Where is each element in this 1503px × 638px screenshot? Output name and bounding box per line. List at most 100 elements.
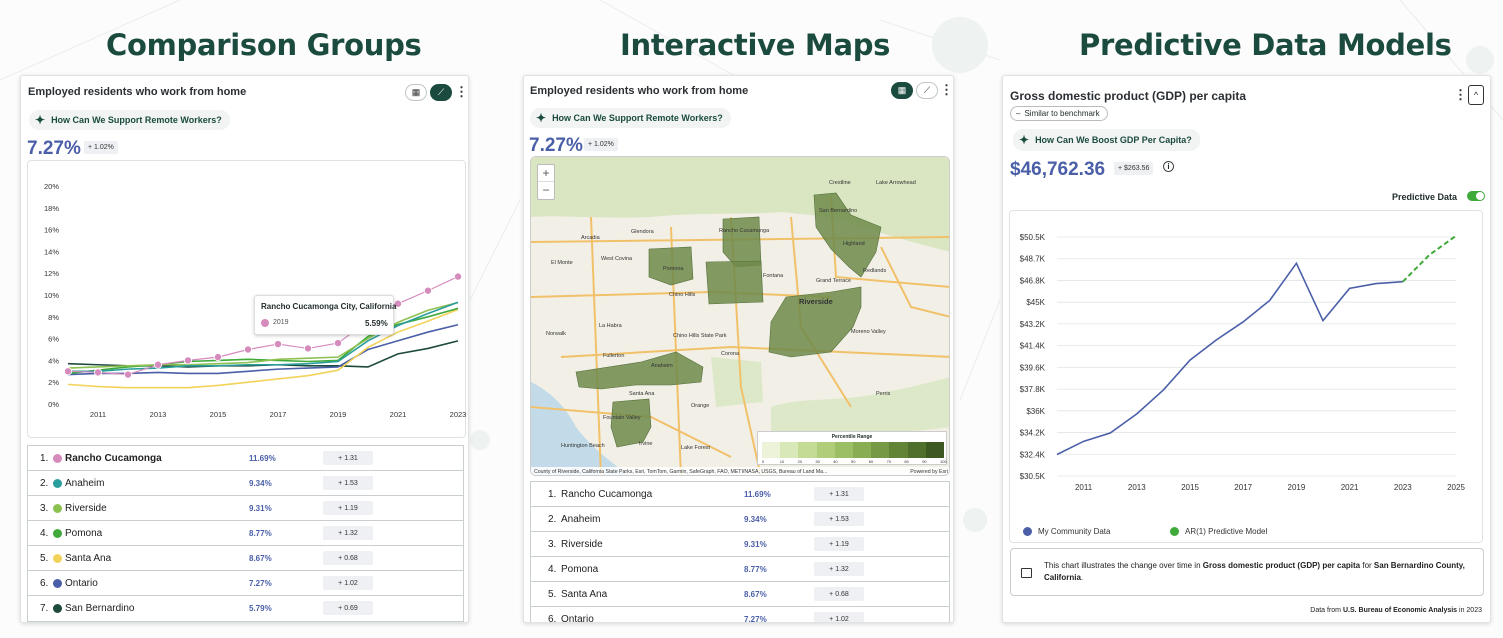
table-row[interactable]: 6. Ontario 7.27% + 1.02 (531, 607, 949, 623)
place-name: Rancho Cucamonga (561, 489, 653, 500)
data-point (64, 367, 73, 376)
chevron-up-icon: ^ (1473, 90, 1479, 100)
y-tick-label: $48.7K (1020, 255, 1046, 264)
predictive-card: Gross domestic product (GDP) per capita … (1002, 75, 1491, 623)
map-place-label: Chino Hills (669, 292, 696, 298)
y-tick-label: 0% (48, 400, 59, 409)
bar-chart-icon (1021, 568, 1032, 578)
current-value: 7.27% (529, 135, 583, 156)
table-row[interactable]: 4. Pomona 8.77% + 1.32 (531, 557, 949, 582)
table-row[interactable]: 2. Anaheim 9.34% + 1.53 (28, 471, 463, 496)
interactive-map[interactable]: Arcadia Glendora El Monte West Covina Pomona… (530, 156, 950, 476)
data-point (273, 340, 282, 349)
data-point (94, 368, 103, 377)
ai-prompt-label: How Can We Support Remote Workers? (51, 115, 222, 125)
map-attribution-bar: County of Riverside, California State Pa… (531, 467, 949, 475)
zoom-control: + − (537, 164, 555, 200)
map-place-label: Riverside (799, 297, 833, 306)
legend-tick: 80 (904, 459, 909, 464)
rank-number: 3. (548, 539, 557, 550)
map-place-label: Corona (721, 351, 740, 357)
ai-prompt-chip[interactable]: ✦ How Can We Support Remote Workers? (29, 110, 230, 130)
x-tick-label: 2013 (1128, 483, 1146, 492)
sparkle-icon: ✦ (536, 111, 547, 125)
map-place-label: Crestline (829, 180, 851, 186)
legend-predictive-model[interactable]: AR(1) Predictive Model (1170, 527, 1267, 536)
place-name: Rancho Cucamonga (65, 453, 162, 464)
series-color-dot (53, 479, 62, 488)
line-chart-container: $30.5K $32.4K $34.2K $36K $37.8K $39.6K $41.4K… (1009, 210, 1483, 543)
map-icon: ▦ (411, 87, 421, 97)
legend-swatch (889, 442, 908, 458)
change-badge: + 1.19 (323, 501, 373, 515)
table-row[interactable]: 6. Ontario 7.27% + 1.02 (28, 571, 463, 596)
change-badge: + 1.02 (323, 576, 373, 590)
predictive-data-toggle[interactable] (1467, 191, 1485, 201)
zoom-in-button[interactable]: + (538, 165, 554, 182)
place-name: Ontario (561, 614, 594, 623)
rank-number: 1. (548, 489, 557, 500)
info-icon[interactable]: i (1163, 161, 1174, 172)
percent-value: 11.69% (249, 454, 276, 463)
rank-number: 7. (40, 603, 49, 614)
more-options-icon[interactable]: ⋮ (1454, 88, 1467, 101)
table-row[interactable]: 3. Riverside 9.31% + 1.19 (28, 496, 463, 521)
ranking-table: 1. Rancho Cucamonga 11.69% + 1.31 2. Anaheim 9… (27, 445, 464, 622)
rank-number: 6. (40, 578, 49, 589)
map-legend: Percentile Range 0 10 20 30 40 50 60 70 80 90 100 (757, 431, 947, 465)
y-tick-label: $41.4K (1020, 342, 1046, 351)
table-row[interactable]: 1. Rancho Cucamonga 11.69% + 1.31 (28, 446, 463, 471)
series-color-dot (53, 504, 62, 513)
heading-interactive-maps: Interactive Maps (620, 28, 891, 62)
x-tick-label: 2015 (210, 410, 227, 419)
table-row[interactable]: 1. Rancho Cucamonga 11.69% + 1.31 (531, 482, 949, 507)
percent-value: 8.67% (744, 590, 767, 599)
table-row[interactable]: 2. Anaheim 9.34% + 1.53 (531, 507, 949, 532)
percent-value: 8.77% (744, 565, 767, 574)
card-title: Employed residents who work from home (530, 85, 749, 97)
y-tick-label: 4% (48, 356, 59, 365)
map-icon: ▦ (897, 85, 907, 95)
more-options-icon[interactable]: ⋮ (940, 83, 953, 96)
series-color-dot (53, 529, 62, 538)
y-tick-label: $34.2K (1020, 429, 1046, 438)
rank-number: 6. (548, 614, 557, 623)
map-view-toggle[interactable]: ▦ (405, 84, 427, 101)
map-place-label: Anaheim (651, 363, 673, 369)
change-badge: + 1.02% (584, 138, 618, 151)
map-place-label: Chino Hills State Park (673, 333, 727, 339)
table-row[interactable]: 3. Riverside 9.31% + 1.19 (531, 532, 949, 557)
place-name: Pomona (65, 528, 103, 539)
collapse-button[interactable]: ^ (1468, 85, 1484, 105)
legend-my-community[interactable]: My Community Data (1023, 527, 1110, 536)
legend-tick: 70 (886, 459, 892, 464)
map-place-label: West Covina (601, 256, 633, 262)
chart-view-toggle[interactable]: ⟋ (430, 84, 452, 101)
map-canvas[interactable]: Arcadia Glendora El Monte West Covina Pomona… (531, 157, 950, 476)
x-tick-label: 2025 (1447, 483, 1465, 492)
change-badge: + 1.02% (84, 141, 118, 154)
percent-value: 5.79% (249, 604, 272, 613)
table-row[interactable]: 5. Santa Ana 8.67% + 0.68 (531, 582, 949, 607)
legend-tick: 40 (833, 459, 838, 464)
ai-prompt-chip[interactable]: ✦ How Can We Boost GDP Per Capita? (1013, 129, 1200, 151)
map-card: Employed residents who work from home ▦ … (523, 75, 954, 623)
change-badge: + $263.56 (1114, 162, 1154, 175)
change-badge: + 1.32 (814, 562, 864, 576)
percent-value: 7.27% (249, 579, 272, 588)
map-place-label: Irvine (639, 441, 652, 447)
chart-view-toggle[interactable]: ⟋ (916, 82, 938, 99)
x-tick-label: 2011 (1075, 483, 1093, 492)
ai-prompt-chip[interactable]: ✦ How Can We Support Remote Workers? (530, 108, 731, 128)
chart-description-box: This chart illustrates the change over t… (1010, 548, 1484, 596)
table-row[interactable]: 5. Santa Ana 8.67% + 0.68 (28, 546, 463, 571)
more-options-icon[interactable]: ⋮ (455, 85, 468, 98)
table-row[interactable]: 4. Pomona 8.77% + 1.32 (28, 521, 463, 546)
table-row[interactable]: 7. San Bernardino 5.79% + 0.69 (28, 596, 463, 621)
gdp-line-chart: $30.5K $32.4K $34.2K $36K $37.8K $39.6K $41.4K… (1020, 233, 1466, 492)
map-view-toggle[interactable]: ▦ (891, 82, 913, 99)
zoom-out-button[interactable]: − (538, 182, 554, 199)
map-place-label: Arcadia (581, 235, 601, 241)
tooltip-series-dot (261, 319, 269, 327)
heading-predictive-models: Predictive Data Models (1079, 28, 1452, 62)
